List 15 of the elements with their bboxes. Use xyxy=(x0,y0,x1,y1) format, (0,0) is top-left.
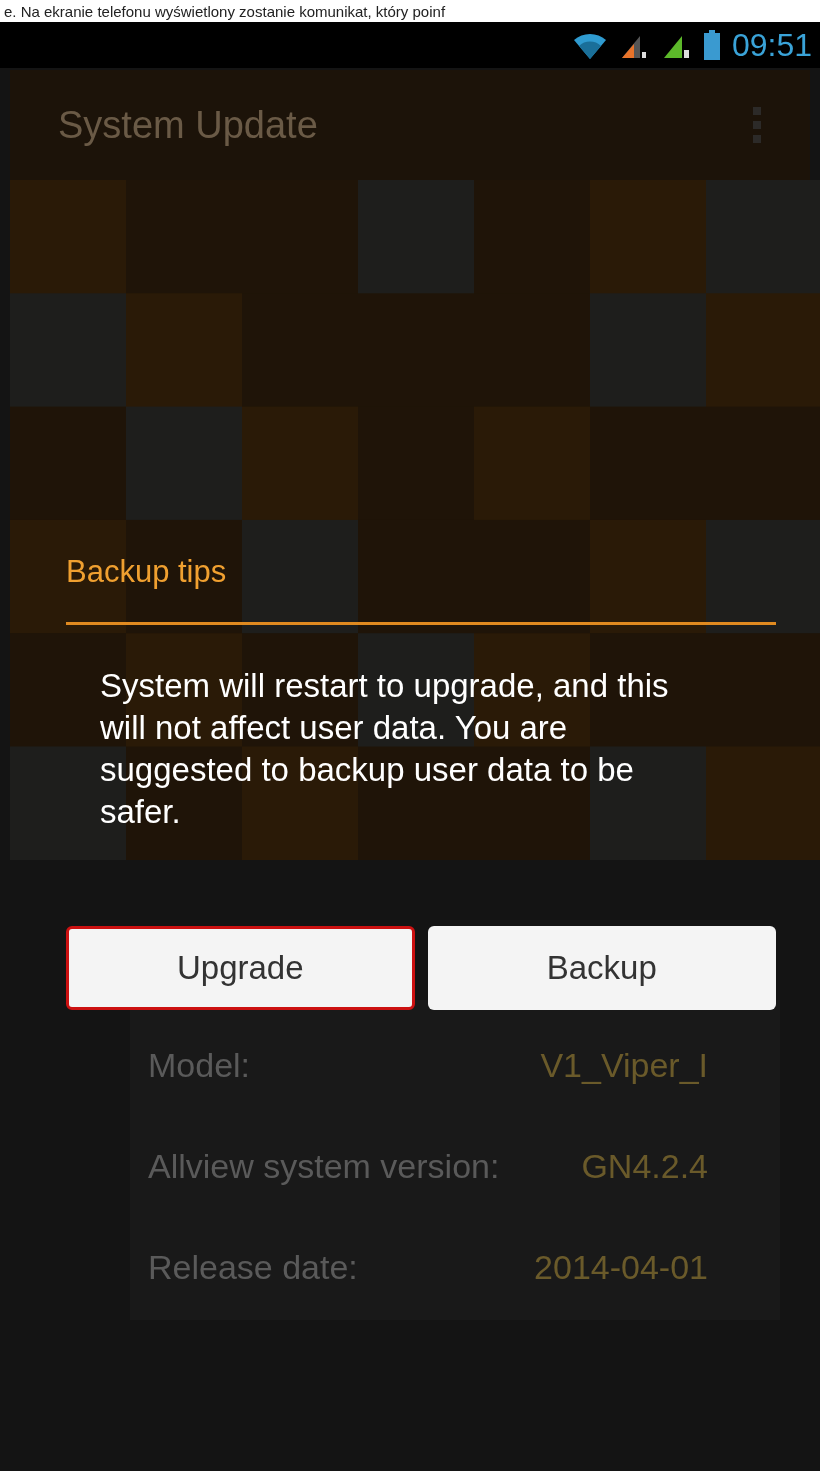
info-value: V1_Viper_I xyxy=(540,1045,708,1086)
overflow-menu-icon[interactable] xyxy=(752,105,762,145)
dialog-button[interactable]: Backup xyxy=(427,926,776,1010)
info-label: Allview system version: xyxy=(148,1146,500,1187)
dialog-title: Backup tips xyxy=(66,553,228,591)
info-label: Release date: xyxy=(148,1247,358,1288)
app-title: System Update xyxy=(58,102,318,148)
status-time: 09:51 xyxy=(731,29,812,61)
info-value: GN4.2.4 xyxy=(581,1146,708,1187)
dialog-message: System will restart to upgrade, and this will not affect user data. You are suggested to backup user data to be safer. xyxy=(100,666,670,832)
caption-text: e. Na ekranie telefonu wyświetlony zostanie komunikat, który poinf xyxy=(4,3,446,19)
battery-icon xyxy=(703,30,720,60)
dialog-button[interactable]: Upgrade xyxy=(66,926,415,1010)
info-value: 2014-04-01 xyxy=(534,1247,708,1288)
info-label: Model: xyxy=(148,1045,251,1086)
